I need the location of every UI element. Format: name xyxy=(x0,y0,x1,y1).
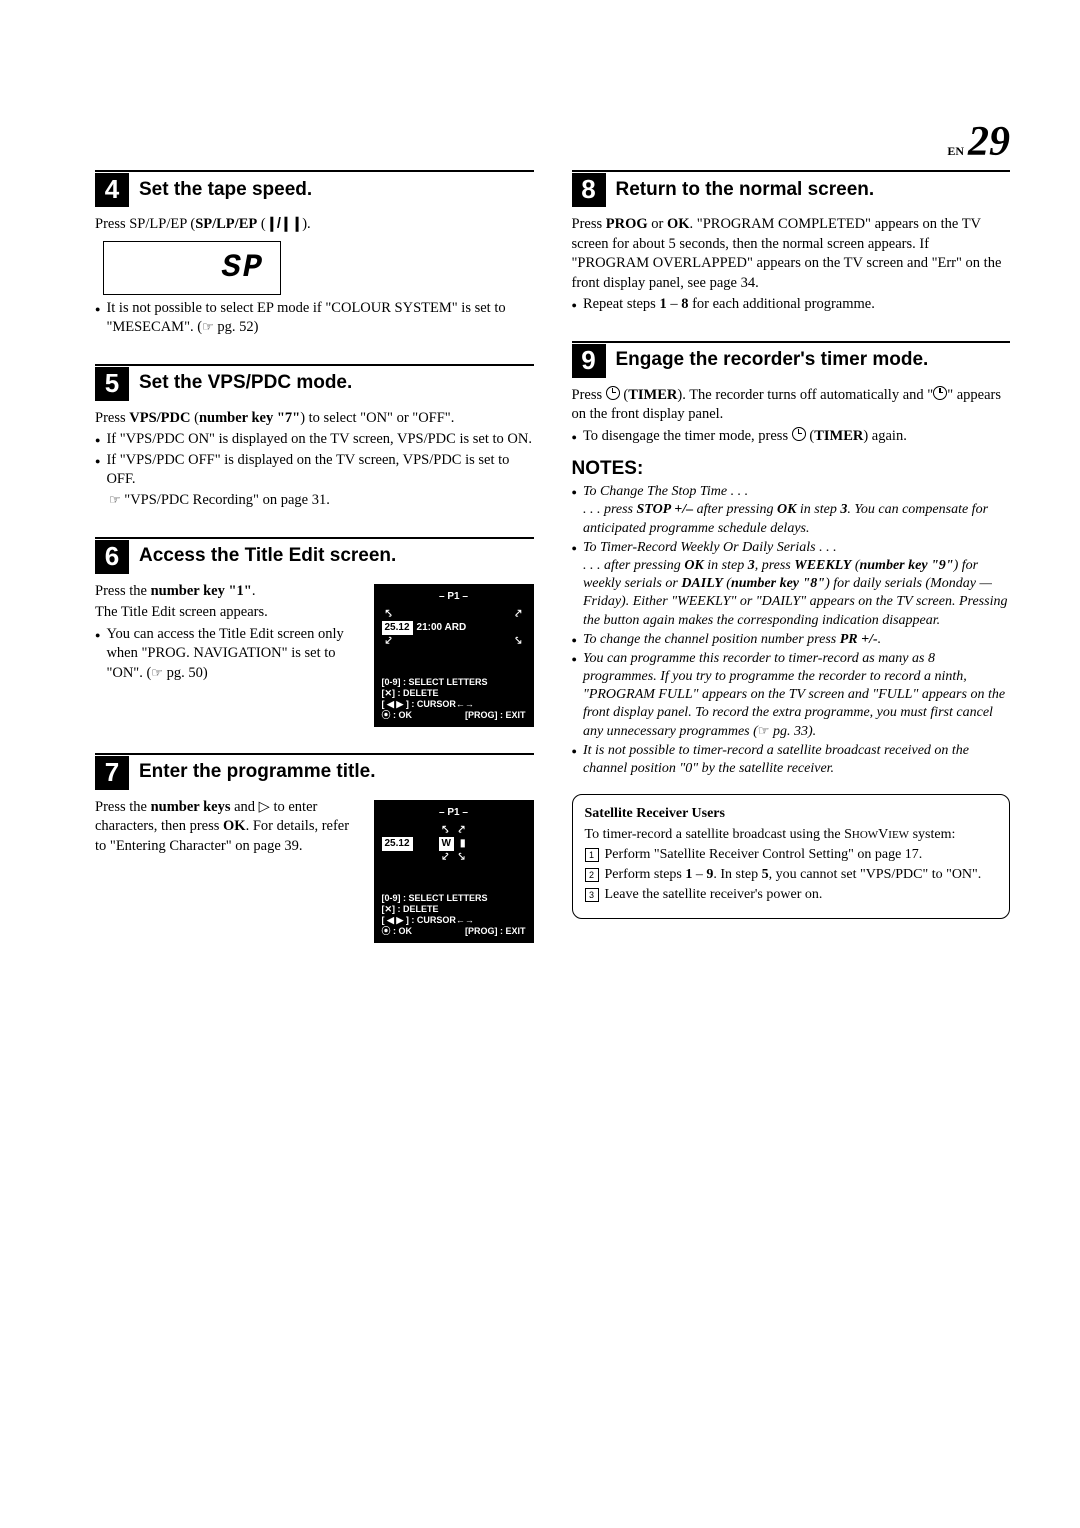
timer-icon xyxy=(792,427,806,441)
down-arrows: ⤦⤥ xyxy=(382,852,526,863)
legend: [0-9] : SELECT LETTERS [✕] : DELETE [ ◀ … xyxy=(382,677,526,722)
step-5: 5 Set the VPS/PDC mode. Press VPS/PDC (n… xyxy=(95,364,534,511)
tv-screen-title-edit: – P1 – ⤣⤤ 25.12 21:00 ARD ⤦⤥ [0-9] : SEL… xyxy=(374,584,534,727)
notes-list: To Change The Stop Time . . .. . . press… xyxy=(572,483,1011,778)
step-4: 4 Set the tape speed. Press SP/LP/EP (SP… xyxy=(95,170,534,338)
page-num: 29 xyxy=(968,119,1010,165)
left-column: 4 Set the tape speed. Press SP/LP/EP (SP… xyxy=(95,170,534,969)
step-title: Return to the normal screen. xyxy=(616,178,875,203)
right-column: 8 Return to the normal screen. Press PRO… xyxy=(572,170,1011,969)
note-item: To change the channel position number pr… xyxy=(572,631,1011,649)
cursor-icon: ▮ xyxy=(458,837,466,851)
instruction: Press the number key "1". xyxy=(95,582,356,602)
page-number: EN 29 xyxy=(947,115,1010,170)
up-arrows: ⤣⤤ xyxy=(382,825,526,836)
box-title: Satellite Receiver Users xyxy=(585,805,998,824)
step-number: 8 xyxy=(572,173,606,207)
data-row: 25.12 21:00 ARD xyxy=(382,621,526,635)
square-1-icon: 1 xyxy=(585,848,599,862)
step-9: 9 Engage the recorder's timer mode. Pres… xyxy=(572,341,1011,447)
step-title: Engage the recorder's timer mode. xyxy=(616,348,929,373)
enum-item: 3Leave the satellite receiver's power on… xyxy=(585,886,998,905)
satellite-receiver-box: Satellite Receiver Users To timer-record… xyxy=(572,794,1011,918)
hand-icon xyxy=(109,492,121,508)
instruction: The Title Edit screen appears. xyxy=(95,603,356,623)
down-arrows: ⤦⤥ xyxy=(382,636,526,647)
instruction: Press PROG or OK. "PROGRAM COMPLETED" ap… xyxy=(572,215,1011,293)
timer-icon xyxy=(606,386,620,400)
showview-text: SHOWVIEW xyxy=(844,827,909,842)
bullet: If "VPS/PDC OFF" is displayed on the TV … xyxy=(95,451,534,490)
hand-icon xyxy=(758,724,770,739)
step-header: 9 Engage the recorder's timer mode. xyxy=(572,341,1011,378)
step-body: Press SP/LP/EP (SP/LP/EP (❙/❙❙). SP It i… xyxy=(95,215,534,338)
step-6: 6 Access the Title Edit screen. Press th… xyxy=(95,537,534,727)
step-header: 6 Access the Title Edit screen. xyxy=(95,537,534,574)
note-item: It is not possible to timer-record a sat… xyxy=(572,742,1011,778)
bullet: To disengage the timer mode, press (TIME… xyxy=(572,427,1011,447)
text-block: Press the number key "1". The Title Edit… xyxy=(95,582,356,685)
tv-screen-enter-title: – P1 – ⤣⤤ 25.12 W ▮ ⤦⤥ [0-9] : SELECT LE… xyxy=(374,800,534,943)
hand-icon xyxy=(151,665,163,681)
enum-item: 2Perform steps 1 – 9. In step 5, you can… xyxy=(585,866,998,885)
step-header: 8 Return to the normal screen. xyxy=(572,170,1011,207)
time-channel: 21:00 ARD xyxy=(417,621,467,635)
screen-header: – P1 – xyxy=(382,590,526,604)
char-box: W xyxy=(439,837,454,851)
instruction: Press VPS/PDC (number key "7") to select… xyxy=(95,409,534,429)
tape-speed-icon: ❙/❙❙ xyxy=(266,216,302,232)
box-intro: To timer-record a satellite broadcast us… xyxy=(585,826,998,845)
step-body: Press the number keys and ▷ to enter cha… xyxy=(95,798,534,943)
square-3-icon: 3 xyxy=(585,888,599,902)
bullet: Repeat steps 1 – 8 for each additional p… xyxy=(572,295,1011,315)
step-title: Access the Title Edit screen. xyxy=(139,544,396,569)
enum-item: 1Perform "Satellite Receiver Control Set… xyxy=(585,846,998,865)
instruction: Press (TIMER). The recorder turns off au… xyxy=(572,386,1011,425)
step-8: 8 Return to the normal screen. Press PRO… xyxy=(572,170,1011,315)
step-header: 7 Enter the programme title. xyxy=(95,753,534,790)
step-title: Set the VPS/PDC mode. xyxy=(139,371,352,396)
timer-icon xyxy=(933,386,947,400)
step-number: 9 xyxy=(572,344,606,378)
note-bullet: It is not possible to select EP mode if … xyxy=(95,299,534,338)
step-header: 4 Set the tape speed. xyxy=(95,170,534,207)
step-number: 4 xyxy=(95,173,129,207)
bullet: You can access the Title Edit screen onl… xyxy=(95,625,356,684)
page-lang: EN xyxy=(947,144,964,158)
step-body: Press (TIMER). The recorder turns off au… xyxy=(572,386,1011,447)
hand-icon xyxy=(202,319,214,335)
legend: [0-9] : SELECT LETTERS [✕] : DELETE [ ◀ … xyxy=(382,893,526,938)
step-number: 7 xyxy=(95,756,129,790)
date-box: 25.12 xyxy=(382,837,413,851)
bullet: If "VPS/PDC ON" is displayed on the TV s… xyxy=(95,430,534,450)
note-item: To Change The Stop Time . . .. . . press… xyxy=(572,483,1011,538)
step-header: 5 Set the VPS/PDC mode. xyxy=(95,364,534,401)
step-7: 7 Enter the programme title. Press the n… xyxy=(95,753,534,943)
note-item: You can programme this recorder to timer… xyxy=(572,650,1011,741)
two-column-layout: 4 Set the tape speed. Press SP/LP/EP (SP… xyxy=(95,170,1010,969)
step-title: Set the tape speed. xyxy=(139,178,312,203)
step-title: Enter the programme title. xyxy=(139,760,376,785)
square-2-icon: 2 xyxy=(585,868,599,882)
up-arrows: ⤣⤤ xyxy=(382,609,526,620)
reference: "VPS/PDC Recording" on page 31. xyxy=(109,491,534,511)
step-body: Press VPS/PDC (number key "7") to select… xyxy=(95,409,534,511)
instruction: Press the number keys and ▷ to enter cha… xyxy=(95,798,356,857)
step-body: Press the number key "1". The Title Edit… xyxy=(95,582,534,727)
note-item: To Timer-Record Weekly Or Daily Serials … xyxy=(572,539,1011,630)
instruction: Press SP/LP/EP (SP/LP/EP (❙/❙❙). xyxy=(95,215,534,235)
date-box: 25.12 xyxy=(382,621,413,635)
notes-heading: NOTES: xyxy=(572,457,1011,482)
step-number: 5 xyxy=(95,367,129,401)
step-body: Press PROG or OK. "PROGRAM COMPLETED" ap… xyxy=(572,215,1011,315)
display-sp: SP xyxy=(103,241,281,295)
manual-page: EN29 4 Set the tape speed. Press SP/LP/E… xyxy=(0,0,1080,1528)
data-row: 25.12 W ▮ xyxy=(382,837,526,851)
screen-header: – P1 – xyxy=(382,806,526,820)
step-number: 6 xyxy=(95,540,129,574)
text-block: Press the number keys and ▷ to enter cha… xyxy=(95,798,356,859)
